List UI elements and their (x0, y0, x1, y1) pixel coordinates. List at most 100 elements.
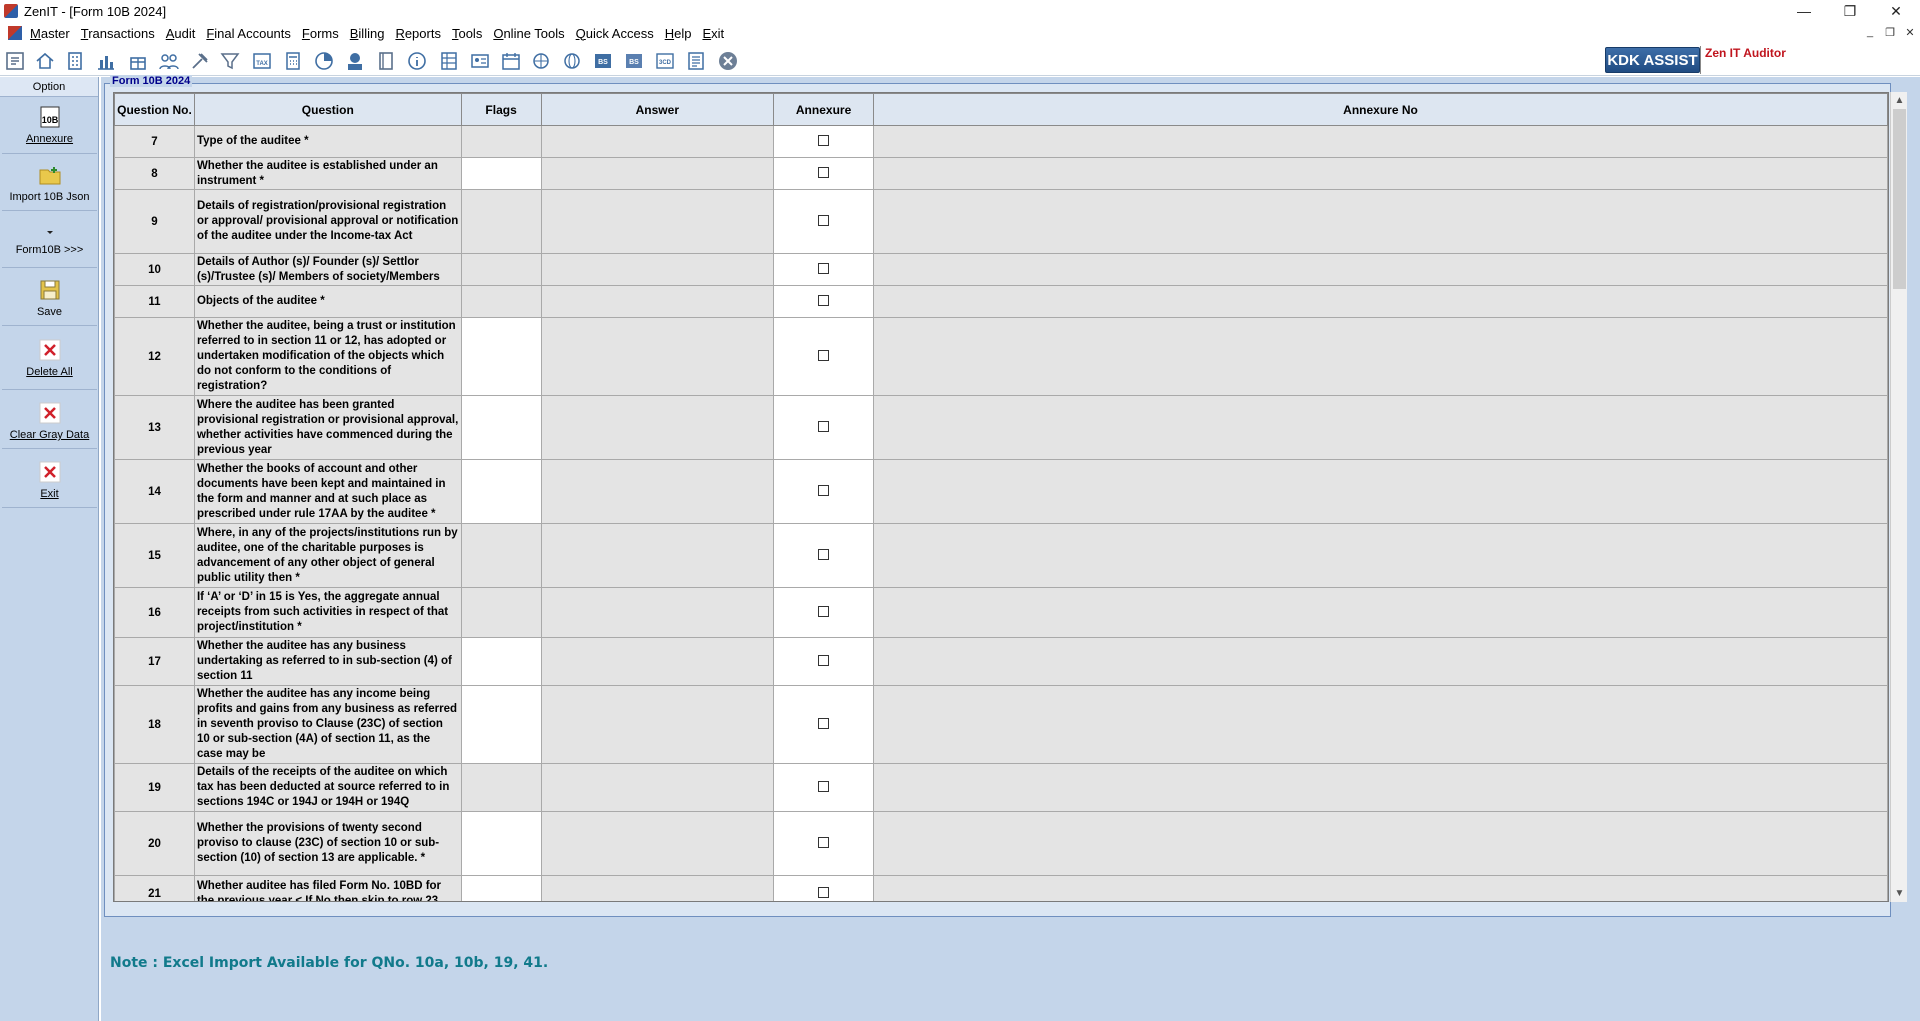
annexure-checkbox[interactable] (818, 134, 830, 146)
answer-cell[interactable] (540, 459, 775, 524)
answer-cell[interactable] (540, 285, 775, 318)
annexure-no-cell[interactable] (873, 189, 1888, 254)
annexure-checkbox[interactable] (818, 349, 830, 361)
app-menu-icon[interactable] (8, 26, 22, 40)
annexure-cell[interactable] (773, 637, 875, 686)
mdi-close-button[interactable]: ✕ (1902, 26, 1918, 39)
annexure-no-cell[interactable] (873, 157, 1888, 190)
flags-cell[interactable] (460, 459, 542, 524)
calculator-icon[interactable] (282, 50, 304, 72)
globe-add-icon[interactable] (530, 50, 552, 72)
annexure-no-cell[interactable] (873, 253, 1888, 286)
annexure-cell[interactable] (773, 189, 875, 254)
flags-cell[interactable] (460, 285, 542, 318)
close-circle-icon[interactable] (717, 50, 739, 72)
menu-quick-access[interactable]: Quick Access (574, 26, 663, 41)
annexure-no-cell[interactable] (873, 587, 1888, 638)
flags-cell[interactable] (460, 685, 542, 764)
close-button[interactable]: ✕ (1873, 0, 1919, 22)
flags-cell[interactable] (460, 157, 542, 190)
annexure-cell[interactable] (773, 763, 875, 812)
flags-cell[interactable] (460, 395, 542, 460)
clear-gray-data-button[interactable]: Clear Gray Data (2, 397, 97, 449)
annexure-no-cell[interactable] (873, 811, 1888, 876)
flags-cell[interactable] (460, 317, 542, 396)
building-icon[interactable] (64, 50, 86, 72)
3cd-icon[interactable]: 3CD (654, 50, 676, 72)
form10b-dropdown-button[interactable]: Form10B >>> (2, 216, 97, 268)
menu-transactions[interactable]: Transactions (79, 26, 164, 41)
annexure-cell[interactable] (773, 523, 875, 588)
mdi-minimize-button[interactable]: _ (1862, 26, 1878, 38)
annexure-checkbox[interactable] (818, 605, 830, 617)
tax-icon[interactable]: TAX (251, 50, 273, 72)
import-10b-json-button[interactable]: Import 10B Json (2, 159, 97, 211)
answer-cell[interactable] (540, 763, 775, 812)
save-button[interactable]: Save (2, 274, 97, 326)
info-icon[interactable] (406, 50, 428, 72)
flags-cell[interactable] (460, 875, 542, 901)
menu-exit[interactable]: Exit (700, 26, 733, 41)
annexure-cell[interactable] (773, 157, 875, 190)
answer-cell[interactable] (540, 395, 775, 460)
sheet-icon[interactable] (685, 50, 707, 72)
flags-cell[interactable] (460, 763, 542, 812)
annexure-checkbox[interactable] (818, 262, 830, 274)
annexure-no-cell[interactable] (873, 763, 1888, 812)
annexure-checkbox[interactable] (818, 548, 830, 560)
annexure-no-cell[interactable] (873, 125, 1888, 158)
annexure-cell[interactable] (773, 685, 875, 764)
menu-billing[interactable]: Billing (348, 26, 394, 41)
annexure-checkbox[interactable] (818, 717, 830, 729)
restore-button[interactable]: ❐ (1827, 0, 1873, 22)
grid-report-icon[interactable] (438, 50, 460, 72)
flags-cell[interactable] (460, 811, 542, 876)
users-icon[interactable] (158, 50, 180, 72)
answer-cell[interactable] (540, 317, 775, 396)
answer-cell[interactable] (540, 637, 775, 686)
gift-icon[interactable] (127, 50, 149, 72)
annexure-no-cell[interactable] (873, 523, 1888, 588)
annexure-no-cell[interactable] (873, 875, 1888, 901)
exit-button[interactable]: Exit (2, 456, 97, 508)
delete-all-button[interactable]: Delete All (2, 332, 97, 390)
menu-master[interactable]: Master (28, 26, 79, 41)
bar-chart-icon[interactable] (95, 50, 117, 72)
annexure-button[interactable]: 10B Annexure (2, 101, 97, 154)
annexure-no-cell[interactable] (873, 459, 1888, 524)
answer-cell[interactable] (540, 125, 775, 158)
annexure-cell[interactable] (773, 253, 875, 286)
annexure-cell[interactable] (773, 811, 875, 876)
bs-icon[interactable]: BS (592, 50, 614, 72)
annexure-cell[interactable] (773, 875, 875, 901)
report-icon[interactable] (4, 50, 26, 72)
answer-cell[interactable] (540, 875, 775, 901)
annexure-checkbox[interactable] (818, 654, 830, 666)
minimize-button[interactable]: — (1781, 0, 1827, 22)
annexure-checkbox[interactable] (818, 294, 830, 306)
flags-cell[interactable] (460, 189, 542, 254)
annexure-cell[interactable] (773, 317, 875, 396)
annexure-checkbox[interactable] (818, 836, 830, 848)
menu-tools[interactable]: Tools (450, 26, 491, 41)
annexure-no-cell[interactable] (873, 685, 1888, 764)
pie-chart-icon[interactable] (313, 50, 335, 72)
id-card-icon[interactable] (469, 50, 491, 72)
annexure-checkbox[interactable] (818, 166, 830, 178)
annexure-checkbox[interactable] (818, 886, 830, 898)
annexure-cell[interactable] (773, 587, 875, 638)
annexure-checkbox[interactable] (818, 420, 830, 432)
scroll-thumb[interactable] (1893, 109, 1906, 289)
pay-icon[interactable] (344, 50, 366, 72)
kdk-assist-button[interactable]: KDK ASSIST (1605, 47, 1700, 73)
filter-icon[interactable] (219, 50, 241, 72)
menu-online-tools[interactable]: Online Tools (491, 26, 573, 41)
answer-cell[interactable] (540, 811, 775, 876)
flags-cell[interactable] (460, 587, 542, 638)
annexure-no-cell[interactable] (873, 317, 1888, 396)
answer-cell[interactable] (540, 189, 775, 254)
answer-cell[interactable] (540, 587, 775, 638)
answer-cell[interactable] (540, 685, 775, 764)
scroll-up-icon[interactable]: ▲ (1891, 92, 1908, 109)
globe-icon[interactable] (561, 50, 583, 72)
